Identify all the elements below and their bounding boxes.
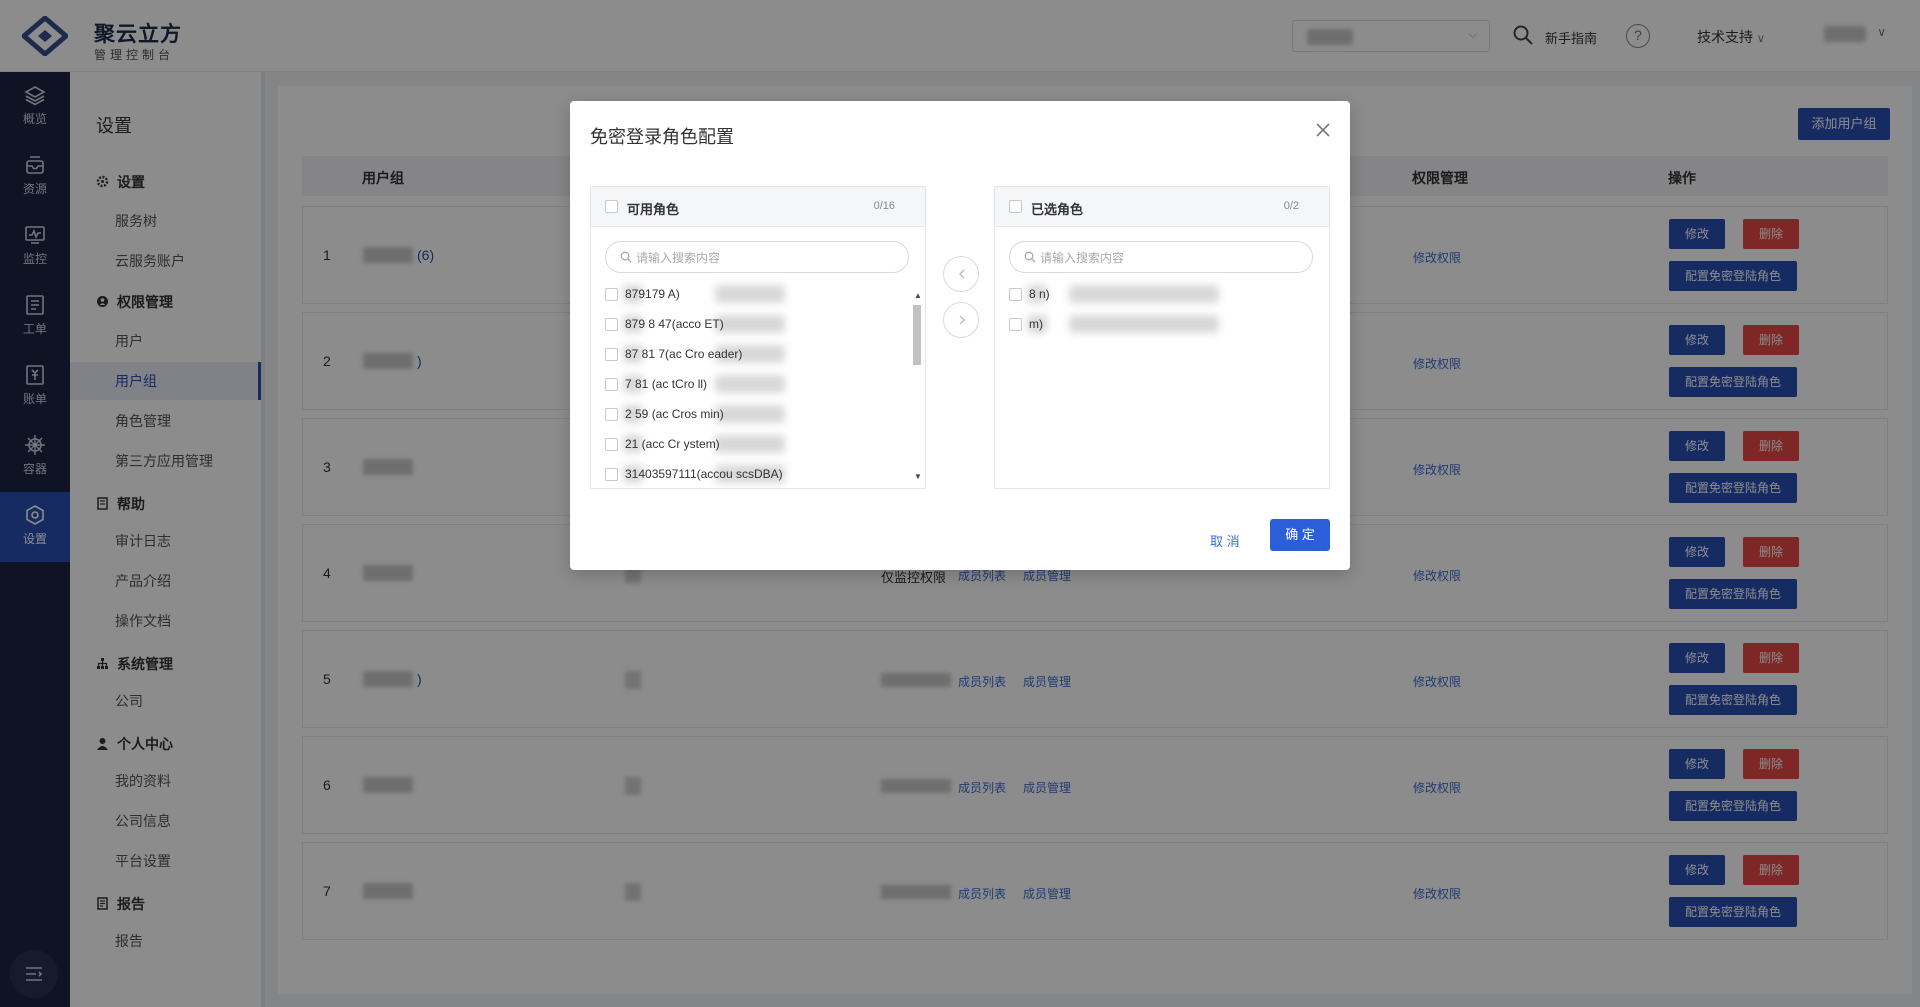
redacted-blur [715, 405, 785, 423]
available-roles-scrollbar[interactable]: ▲ ▼ [911, 291, 923, 481]
redacted-blur [1069, 315, 1219, 333]
redacted-blur [715, 375, 785, 393]
redacted-blur [1069, 285, 1219, 303]
move-left-button[interactable] [943, 256, 979, 292]
available-roles-count: 0/16 [873, 200, 895, 212]
confirm-button[interactable]: 确 定 [1270, 519, 1330, 551]
role-checkbox[interactable] [605, 468, 618, 481]
close-icon[interactable] [1314, 121, 1332, 139]
role-label: 879 8 47(acco ET) [625, 317, 724, 331]
chevron-left-icon [959, 269, 965, 279]
selected-roles-search [1009, 241, 1313, 273]
role-checkbox[interactable] [605, 348, 618, 361]
role-label: m) [1029, 317, 1043, 331]
role-checkbox[interactable] [605, 438, 618, 451]
move-right-button[interactable] [943, 302, 979, 338]
role-label: 21 (acc Cr ystem) [625, 437, 720, 451]
role-label: 31403597111(accou scsDBA) [625, 467, 783, 481]
selected-roles-count: 0/2 [1283, 200, 1299, 212]
selected-roles-header: 已选角色 0/2 [995, 187, 1329, 227]
dialog-title: 免密登录角色配置 [590, 127, 734, 147]
role-checkbox[interactable] [605, 288, 618, 301]
chevron-right-icon [959, 315, 965, 325]
redacted-blur [715, 315, 785, 333]
scroll-down-icon[interactable]: ▼ [914, 472, 922, 481]
selected-roles-title: 已选角色 [1031, 202, 1084, 217]
role-checkbox[interactable] [605, 378, 618, 391]
role-checkbox[interactable] [1009, 318, 1022, 331]
cancel-button[interactable]: 取 消 [1210, 531, 1240, 550]
select-all-selected-checkbox[interactable] [1009, 200, 1022, 213]
selected-roles-search-input[interactable] [1040, 249, 1300, 267]
role-label: 8 n) [1029, 287, 1050, 301]
select-all-available-checkbox[interactable] [605, 200, 618, 213]
redacted-blur [715, 435, 785, 453]
scroll-thumb[interactable] [913, 305, 921, 365]
role-config-dialog: 免密登录角色配置 可用角色 0/16 879179 A) 879 8 47(acc… [570, 101, 1350, 570]
search-icon [620, 251, 632, 263]
role-label: 2 59 (ac Cros min) [625, 407, 724, 421]
available-roles-title: 可用角色 [627, 202, 680, 217]
role-checkbox[interactable] [1009, 288, 1022, 301]
available-roles-panel: 可用角色 0/16 879179 A) 879 8 47(acco ET) 87 8… [590, 186, 926, 489]
scroll-up-icon[interactable]: ▲ [914, 291, 922, 300]
role-label: 87 81 7(ac Cro eader) [625, 347, 743, 361]
role-checkbox[interactable] [605, 318, 618, 331]
search-icon [1024, 251, 1036, 263]
redacted-blur [715, 285, 785, 303]
selected-roles-panel: 已选角色 0/2 8 n) m) [994, 186, 1330, 489]
available-roles-search-input[interactable] [636, 249, 896, 267]
role-label: 879179 A) [625, 287, 680, 301]
available-roles-header: 可用角色 0/16 [591, 187, 925, 227]
available-roles-search [605, 241, 909, 273]
role-label: 7 81 (ac tCro ll) [625, 377, 708, 391]
role-checkbox[interactable] [605, 408, 618, 421]
